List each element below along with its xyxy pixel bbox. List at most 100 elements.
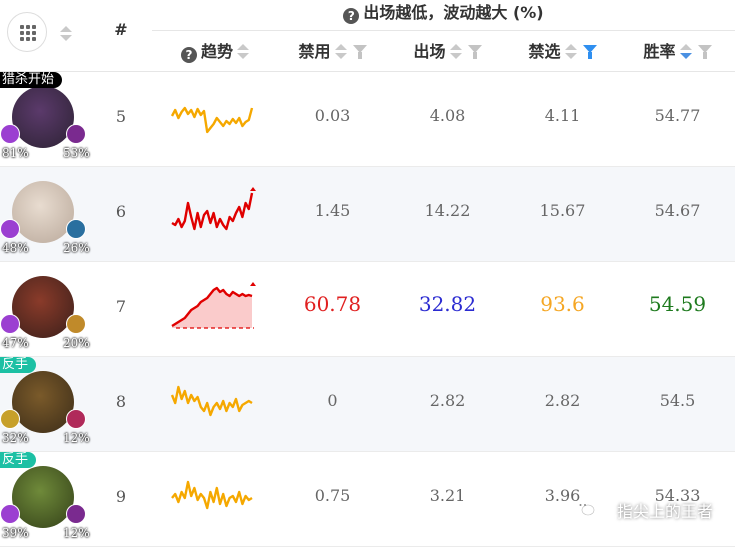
- column-settings-button[interactable]: [7, 12, 47, 52]
- group-header-title: 出场越低，波动越大 (%): [363, 3, 544, 22]
- left-skill-pct: 32%: [2, 431, 29, 445]
- appear-column-header[interactable]: 出场: [390, 38, 505, 66]
- skill-icon-left: [0, 314, 20, 334]
- table-row[interactable]: 48% 26% 6 1.45 14.22 15.67 54.67: [0, 167, 735, 262]
- help-icon[interactable]: ?: [180, 47, 197, 63]
- table-row[interactable]: 猎杀开始 81% 53% 5 0.03 4.08 4.11 54.77: [0, 72, 735, 167]
- winrate-column-header[interactable]: 胜率: [620, 38, 735, 66]
- skill-icon-right: [66, 219, 86, 239]
- hero-avatar[interactable]: [12, 466, 74, 528]
- ban-column-header[interactable]: 禁用: [275, 38, 390, 66]
- bp-header-label: 禁选: [528, 42, 561, 61]
- winrate-header-label: 胜率: [643, 42, 676, 61]
- hero-avatar[interactable]: [12, 371, 74, 433]
- appear-rate-cell: 32.82: [418, 292, 477, 316]
- bp-rate-cell: 4.11: [544, 106, 581, 125]
- grid-dot: [26, 31, 30, 35]
- bp-filter-icon-active[interactable]: [582, 45, 597, 59]
- grid-dot: [32, 37, 36, 41]
- ban-header-label: 禁用: [298, 42, 331, 61]
- bp-rate-cell: 15.67: [539, 201, 586, 220]
- table-row[interactable]: 反手 32% 12% 8 0 2.82 2.82 54.5: [0, 357, 735, 452]
- trend-column-header[interactable]: ? 趋势: [160, 38, 270, 66]
- trend-up-marker-icon: [250, 282, 256, 286]
- hero-tag-badge: 反手: [0, 452, 37, 468]
- trend-line: [170, 106, 254, 134]
- watermark-text: 指尖上的王者: [616, 502, 713, 521]
- bp-rate-cell: 3.96: [544, 486, 581, 505]
- right-skill-pct: 53%: [63, 146, 90, 160]
- hero-avatar[interactable]: [12, 181, 74, 243]
- appear-rate-cell: 3.21: [429, 486, 466, 505]
- winrate-filter-icon[interactable]: [697, 45, 712, 59]
- ban-rate-cell: 0: [327, 391, 338, 410]
- header-divider: [152, 30, 735, 31]
- rank-header: #: [114, 20, 128, 39]
- skill-icon-right: [66, 409, 86, 429]
- winrate-cell: 54.77: [654, 106, 701, 125]
- trend-area: [172, 288, 252, 328]
- trend-sparkline: [171, 187, 256, 231]
- ban-sort-icon[interactable]: [334, 44, 347, 60]
- hero-avatar[interactable]: [12, 86, 74, 148]
- right-skill-pct: 26%: [63, 241, 90, 255]
- hero-tag-badge: 猎杀开始: [0, 72, 63, 88]
- trend-sort-icon[interactable]: [237, 44, 249, 60]
- winrate-sort-icon-desc[interactable]: [679, 44, 692, 60]
- rank-number: 8: [115, 392, 127, 411]
- skill-icon-right: [66, 314, 86, 334]
- trend-sparkline: [170, 385, 253, 417]
- grid-dot: [20, 37, 24, 41]
- bp-column-header[interactable]: 禁选: [505, 38, 620, 66]
- appear-header-label: 出场: [413, 42, 446, 61]
- bp-sort-icon[interactable]: [564, 44, 577, 60]
- help-icon[interactable]: ?: [343, 8, 360, 24]
- ban-rate-cell: 60.78: [303, 292, 362, 316]
- trend-sparkline: [171, 282, 256, 329]
- left-skill-pct: 48%: [2, 241, 29, 255]
- grid-dot: [26, 25, 30, 29]
- ban-rate-cell: 1.45: [314, 201, 351, 220]
- trend-line: [170, 385, 253, 417]
- winrate-cell: 54.5: [659, 391, 696, 410]
- ban-filter-icon[interactable]: [352, 45, 367, 59]
- trend-up-marker-icon: [250, 187, 256, 191]
- appear-rate-cell: 14.22: [424, 201, 471, 220]
- ban-rate-cell: 0.75: [314, 486, 351, 505]
- skill-icon-left: [0, 409, 20, 429]
- skill-icon-left: [0, 504, 20, 524]
- rank-number: 5: [115, 107, 127, 126]
- left-skill-pct: 47%: [2, 336, 29, 350]
- grid-dot: [20, 31, 24, 35]
- winrate-cell: 54.59: [648, 292, 707, 316]
- hero-sort-icon[interactable]: [60, 26, 72, 42]
- wechat-icon: [575, 500, 595, 516]
- right-skill-pct: 12%: [63, 431, 90, 445]
- hero-avatar[interactable]: [12, 276, 74, 338]
- rank-number: 9: [115, 487, 127, 506]
- left-skill-pct: 81%: [2, 146, 29, 160]
- right-skill-pct: 12%: [63, 526, 90, 540]
- trend-line: [171, 192, 254, 231]
- trend-line: [171, 480, 253, 510]
- trend-header-label: 趋势: [200, 42, 233, 61]
- winrate-cell: 54.67: [654, 201, 701, 220]
- appear-sort-icon[interactable]: [449, 44, 462, 60]
- right-skill-pct: 20%: [63, 336, 90, 350]
- trend-sparkline: [171, 480, 253, 510]
- bp-rate-cell: 93.6: [540, 292, 585, 316]
- rank-number: 6: [115, 202, 127, 221]
- appear-filter-icon[interactable]: [467, 45, 482, 59]
- ban-rate-cell: 0.03: [314, 106, 351, 125]
- skill-icon-left: [0, 219, 20, 239]
- appear-rate-cell: 2.82: [429, 391, 466, 410]
- grid-dot: [26, 37, 30, 41]
- grid-dot: [32, 25, 36, 29]
- table-row[interactable]: 47% 20% 7 60.78 32.82 93.6 54.59: [0, 262, 735, 357]
- skill-icon-right: [66, 504, 86, 524]
- left-skill-pct: 39%: [2, 526, 29, 540]
- grid-dot: [32, 31, 36, 35]
- grid-dot: [20, 25, 24, 29]
- skill-icon-left: [0, 124, 20, 144]
- trend-sparkline: [170, 106, 254, 134]
